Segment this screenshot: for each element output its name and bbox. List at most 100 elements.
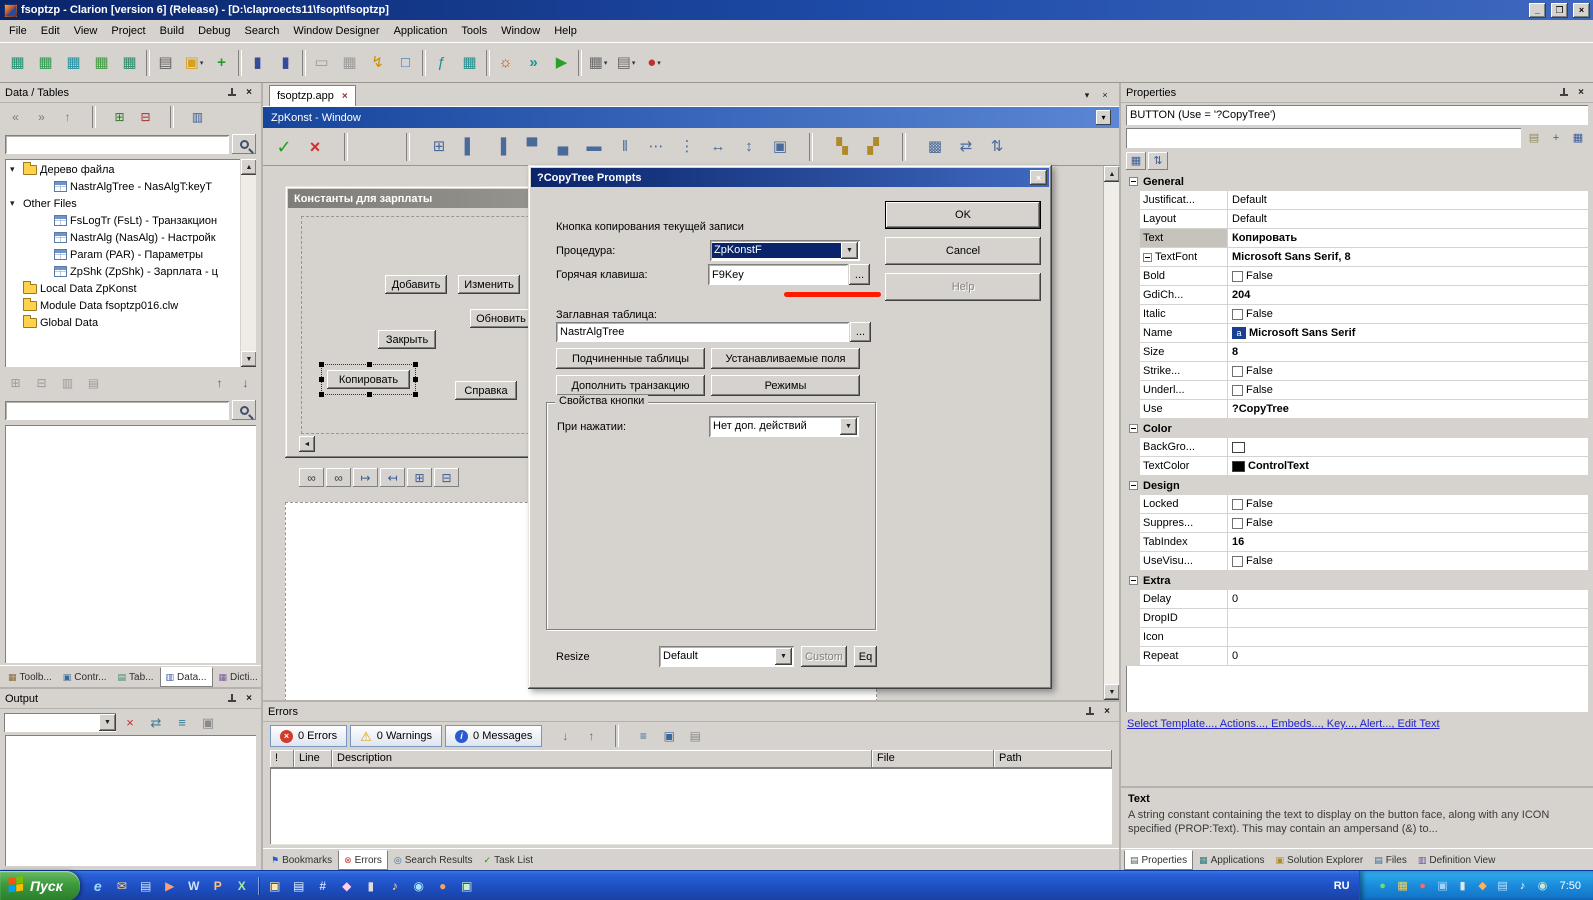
collapse-icon[interactable] <box>1129 177 1138 186</box>
scheduler-tray-icon[interactable]: ▦ <box>1395 878 1411 894</box>
sep[interactable] <box>159 106 184 128</box>
dialog-close-button[interactable]: × <box>1030 170 1047 185</box>
align-bottom-icon[interactable]: ▄ <box>548 133 578 161</box>
copy-output-icon[interactable]: ▣ <box>196 711 220 733</box>
property-filter-input[interactable] <box>1126 128 1521 148</box>
save-all-icon[interactable]: ▮ <box>272 49 300 77</box>
canvas-scrollbar[interactable] <box>1103 166 1119 700</box>
property-row[interactable]: Extra <box>1126 571 1588 590</box>
fields-search-input[interactable] <box>5 401 229 420</box>
pin-icon[interactable] <box>226 87 238 99</box>
tab-order-icon[interactable]: ⊞ <box>424 133 454 161</box>
property-link[interactable]: Edit Text <box>1398 718 1440 730</box>
messages-filter-button[interactable]: 0 Messages <box>445 725 542 747</box>
accept-icon[interactable]: ✓ <box>269 133 299 161</box>
mail-icon[interactable]: ✉ <box>111 875 133 897</box>
word-wrap-icon[interactable]: ≡ <box>170 711 194 733</box>
tree-scrollbar[interactable] <box>240 159 256 367</box>
property-row[interactable]: Repeat 0 <box>1126 647 1588 666</box>
pin-icon[interactable] <box>226 693 238 705</box>
save-icon[interactable]: ▮ <box>244 49 272 77</box>
close-panel-icon[interactable]: × <box>1100 705 1114 718</box>
table-input[interactable] <box>556 322 849 342</box>
align-right-icon[interactable]: ▐ <box>486 133 516 161</box>
same-width-icon[interactable]: ↔ <box>703 133 733 161</box>
close-tab-icon[interactable]: × <box>342 91 348 102</box>
errors-column-header[interactable]: ! <box>270 750 294 768</box>
help-button[interactable]: Help <box>885 273 1041 301</box>
menu-item[interactable]: Project <box>104 21 152 41</box>
collapse-icon[interactable] <box>1129 481 1138 490</box>
space-across-icon[interactable]: ⋯ <box>641 133 671 161</box>
sep[interactable] <box>576 50 584 76</box>
tab-toolbox[interactable]: ▦ Toolb... <box>3 667 57 687</box>
property-row[interactable]: GdiCh... 204 <box>1126 286 1588 305</box>
property-row[interactable]: DropID <box>1126 609 1588 628</box>
tab-files[interactable]: ▤ Files <box>1369 850 1412 870</box>
align-top-icon[interactable]: ▀ <box>517 133 547 161</box>
language-indicator[interactable]: RU <box>1325 880 1359 892</box>
tab-dictionary[interactable]: ▦ Dicti... <box>214 667 263 687</box>
copy-control-icon[interactable]: ⊞ <box>407 468 432 487</box>
autosort-icon[interactable]: ≡ <box>631 725 655 747</box>
send-to-back-icon[interactable]: ▞ <box>858 133 888 161</box>
group-controls-icon[interactable]: ▩ <box>920 133 950 161</box>
selection-box[interactable]: Копировать <box>321 364 416 395</box>
cancel-button[interactable]: Cancel <box>885 237 1041 265</box>
paste-control-icon[interactable]: ⊟ <box>434 468 459 487</box>
resize-handle[interactable] <box>413 362 418 367</box>
tab-errors[interactable]: ⊗ Errors <box>338 850 388 870</box>
clear-list-icon[interactable]: ▣ <box>657 725 681 747</box>
move-up-icon[interactable]: ↑ <box>207 372 232 394</box>
table-browse-button[interactable]: ... <box>850 322 871 342</box>
expand-icon[interactable] <box>1143 253 1152 262</box>
populate-field-icon[interactable]: ↦ <box>353 468 378 487</box>
errors-column-header[interactable]: Line <box>294 750 332 768</box>
scroll-up-icon[interactable] <box>1104 166 1119 182</box>
screen-preview-icon[interactable]: □ <box>392 49 420 77</box>
tab-sequence-icon[interactable]: ⇅ <box>982 133 1012 161</box>
errors-filter-button[interactable]: 0 Errors <box>270 725 347 747</box>
excel-icon[interactable]: X <box>231 875 253 897</box>
menu-item[interactable]: Debug <box>191 21 237 41</box>
scroll-left-icon[interactable] <box>299 436 315 452</box>
copy-button[interactable]: Копировать <box>327 370 410 389</box>
expander-icon[interactable] <box>10 198 20 209</box>
settings-icon[interactable]: ☼ <box>492 49 520 77</box>
project-system-icon[interactable]: ▦ <box>60 49 88 77</box>
close-panel-icon[interactable]: × <box>242 86 256 99</box>
back-icon[interactable]: « <box>3 106 28 128</box>
menu-item[interactable]: Search <box>238 21 287 41</box>
browser-icon[interactable]: ● <box>432 875 454 897</box>
procedure-combo[interactable]: ZpKonstF <box>710 240 860 261</box>
forward-icon[interactable]: » <box>29 106 54 128</box>
sep[interactable] <box>484 50 492 76</box>
property-link[interactable]: Alert... <box>1360 718 1398 730</box>
dropdown-arrow-icon[interactable] <box>775 648 792 665</box>
columns-icon[interactable]: ▥ <box>185 106 210 128</box>
scroll-down-icon[interactable] <box>241 351 256 367</box>
alert-tray-icon[interactable]: ● <box>1415 878 1431 894</box>
tab-controls[interactable]: ▣ Contr... <box>58 667 112 687</box>
display-tray-icon[interactable]: ▣ <box>1435 878 1451 894</box>
property-row[interactable]: Suppres... False <box>1126 514 1588 533</box>
notepad-icon[interactable]: ▤ <box>288 875 310 897</box>
add-file-icon[interactable]: + <box>208 49 236 77</box>
dropdown-arrow-icon[interactable] <box>841 242 858 259</box>
resize-handle[interactable] <box>319 377 324 382</box>
preview-icon[interactable] <box>362 133 392 161</box>
dropdown-arrow-icon[interactable] <box>99 714 116 731</box>
sep[interactable] <box>420 50 428 76</box>
tree-item[interactable]: FsLogTr (FsLt) - Транзакцион <box>5 212 240 229</box>
tree-item[interactable]: NastrAlg (NasAlg) - Настройк <box>5 229 240 246</box>
property-pages-icon[interactable]: ▦ <box>1568 129 1588 147</box>
property-row[interactable]: Underl... False <box>1126 381 1588 400</box>
start-button[interactable]: Пуск <box>0 871 80 900</box>
application-generator-icon[interactable]: ▦ <box>32 49 60 77</box>
errors-column-header[interactable]: Path <box>994 750 1112 768</box>
align-left-icon[interactable]: ▌ <box>455 133 485 161</box>
sep[interactable] <box>331 133 361 161</box>
show-desktop-icon[interactable]: ▤ <box>135 875 157 897</box>
property-row[interactable]: Text Копировать <box>1126 229 1588 248</box>
resize-handle[interactable] <box>367 362 372 367</box>
